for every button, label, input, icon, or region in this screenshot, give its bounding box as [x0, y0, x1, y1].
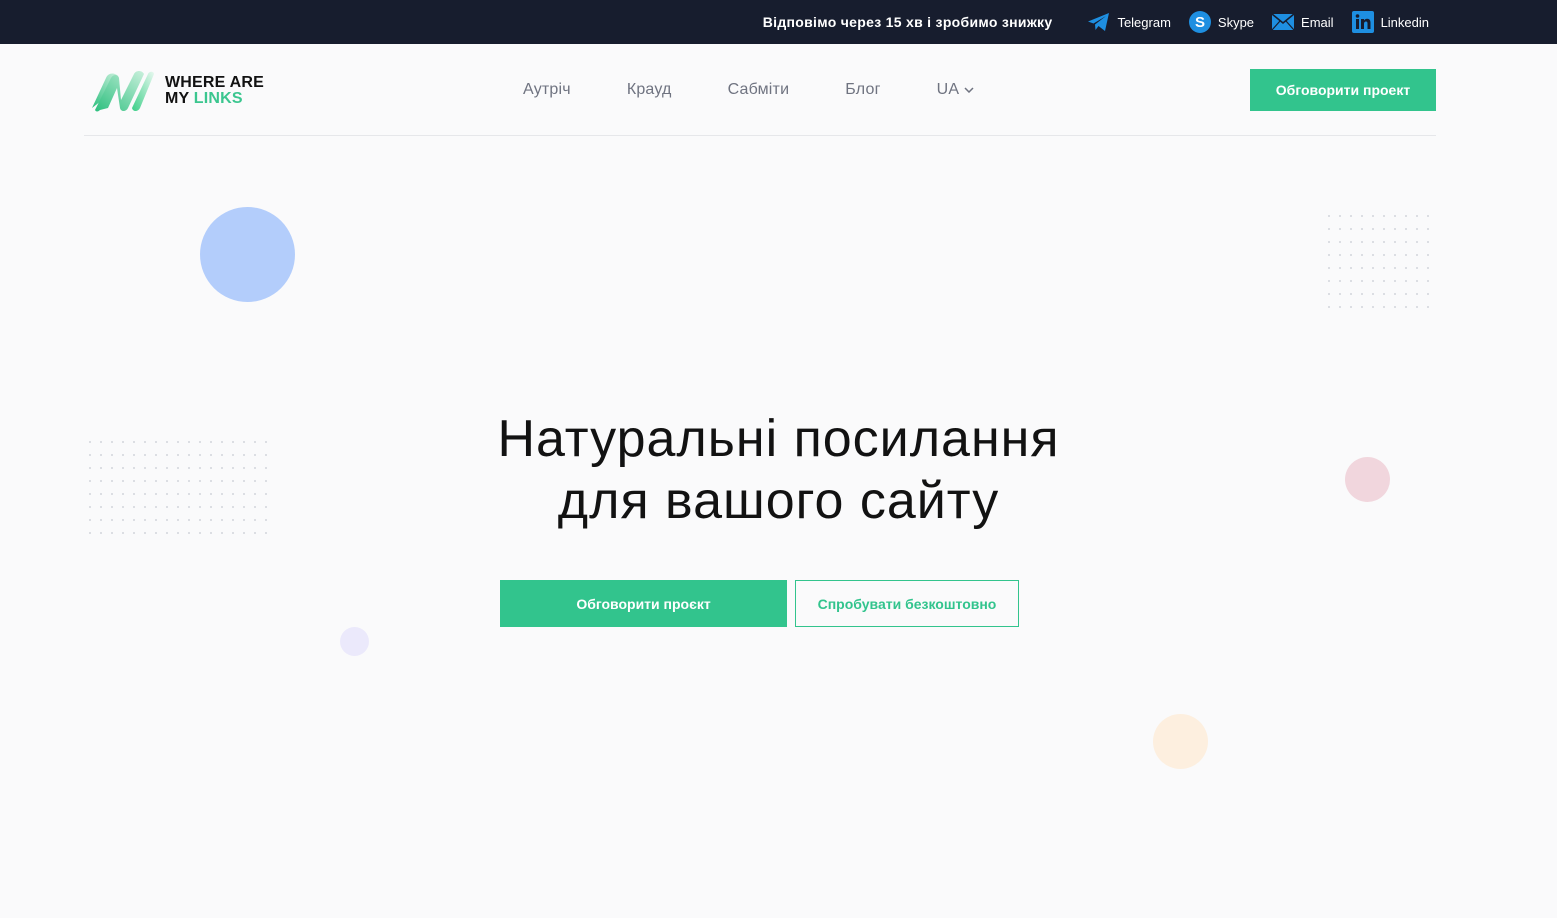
contact-telegram-label: Telegram: [1117, 14, 1171, 30]
logo-mark-icon: [92, 71, 154, 112]
chevron-down-icon: [964, 87, 974, 93]
contact-email[interactable]: Email: [1271, 10, 1334, 34]
language-label: UA: [936, 81, 960, 98]
contact-linkedin-label: Linkedin: [1380, 14, 1429, 30]
header-discuss-project-button[interactable]: Обговорити проект: [1250, 69, 1436, 111]
nav-item-crowd[interactable]: Крауд: [627, 81, 672, 99]
hero-title-line-1: Натуральні посилання: [497, 410, 1060, 468]
top-contact-bar: Відповімо через 15 хв і зробимо знижку T…: [0, 0, 1557, 44]
contact-linkedin[interactable]: Linkedin: [1351, 10, 1429, 34]
nav-item-blog[interactable]: Блог: [845, 81, 880, 99]
promo-text: Відповімо через 15 хв і зробимо знижку: [762, 14, 1053, 30]
main-nav: Аутріч Крауд Сабміти Блог UA: [523, 44, 1030, 136]
hero-try-free-button[interactable]: Спробувати безкоштовно: [795, 580, 1019, 627]
logo-line-2-accent: LINKS: [193, 90, 243, 107]
decor-circle-blue: [200, 207, 295, 302]
hero-title: Натуральні посилання для вашого сайту: [0, 408, 1557, 532]
decor-circle-lavender: [340, 627, 369, 656]
site-header: WHERE ARE MY LINKS Аутріч Крауд Сабміти …: [84, 44, 1436, 136]
contact-skype-label: Skype: [1217, 14, 1255, 30]
contact-email-label: Email: [1301, 14, 1334, 30]
nav-item-outreach[interactable]: Аутріч: [523, 81, 571, 99]
logo-line-2-prefix: MY: [165, 90, 194, 107]
email-icon: [1271, 10, 1295, 34]
contact-skype[interactable]: S Skype: [1188, 10, 1254, 34]
decor-circle-peach: [1153, 714, 1208, 769]
hero-title-line-2: для вашого сайту: [557, 472, 1000, 530]
decor-dot-grid-right: [1327, 214, 1433, 312]
hero-discuss-project-button[interactable]: Обговорити проєкт: [500, 580, 787, 627]
svg-text:S: S: [1195, 14, 1205, 31]
logo-line-1: WHERE ARE: [165, 74, 264, 91]
skype-icon: S: [1188, 10, 1212, 34]
logo-line-2: MY LINKS: [165, 91, 264, 107]
logo-text: WHERE ARE MY LINKS: [165, 75, 264, 107]
linkedin-icon: [1351, 10, 1375, 34]
telegram-icon: [1087, 10, 1111, 34]
language-selector[interactable]: UA: [937, 81, 975, 99]
logo[interactable]: WHERE ARE MY LINKS: [90, 68, 264, 114]
nav-item-submits[interactable]: Сабміти: [728, 81, 790, 99]
contact-telegram[interactable]: Telegram: [1087, 10, 1171, 34]
